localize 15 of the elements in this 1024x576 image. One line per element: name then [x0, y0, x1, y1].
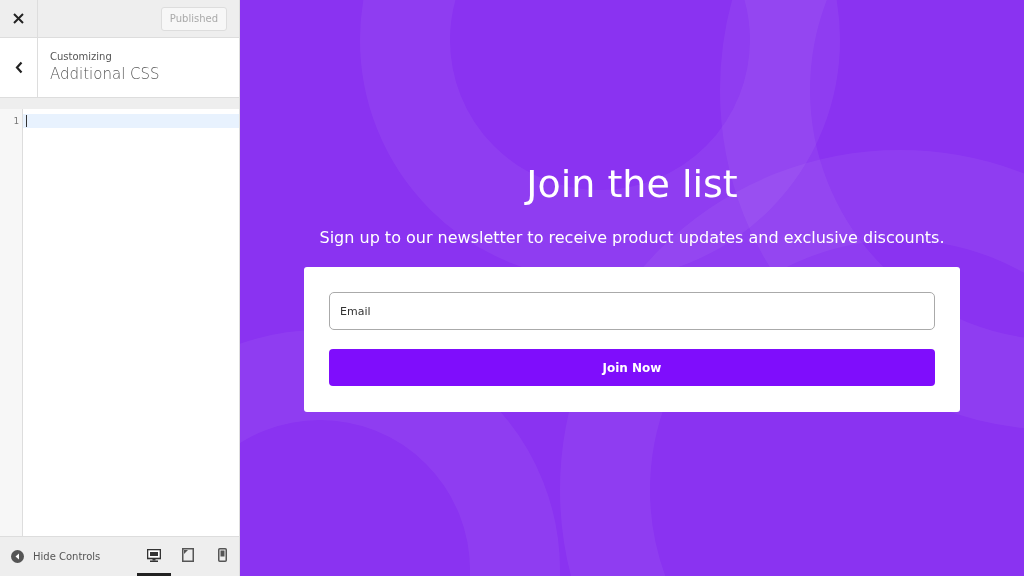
newsletter-subtitle: Sign up to our newsletter to receive product updates and exclusive discounts.	[319, 228, 945, 247]
section-title: Additional CSS	[50, 65, 160, 83]
hide-controls-button[interactable]: Hide Controls	[0, 550, 101, 563]
code-editor[interactable]: 1	[0, 109, 239, 536]
monitor-icon	[147, 548, 161, 562]
tablet-icon	[182, 548, 194, 562]
join-now-button[interactable]: Join Now	[329, 349, 935, 386]
newsletter-title: Join the list	[526, 162, 738, 206]
breadcrumb: Customizing	[50, 51, 113, 62]
line-number: 1	[13, 115, 19, 128]
collapse-icon	[11, 550, 24, 563]
close-icon	[13, 13, 24, 24]
back-icon	[14, 61, 23, 74]
email-field[interactable]: Email	[329, 292, 935, 330]
phone-icon	[217, 548, 227, 562]
